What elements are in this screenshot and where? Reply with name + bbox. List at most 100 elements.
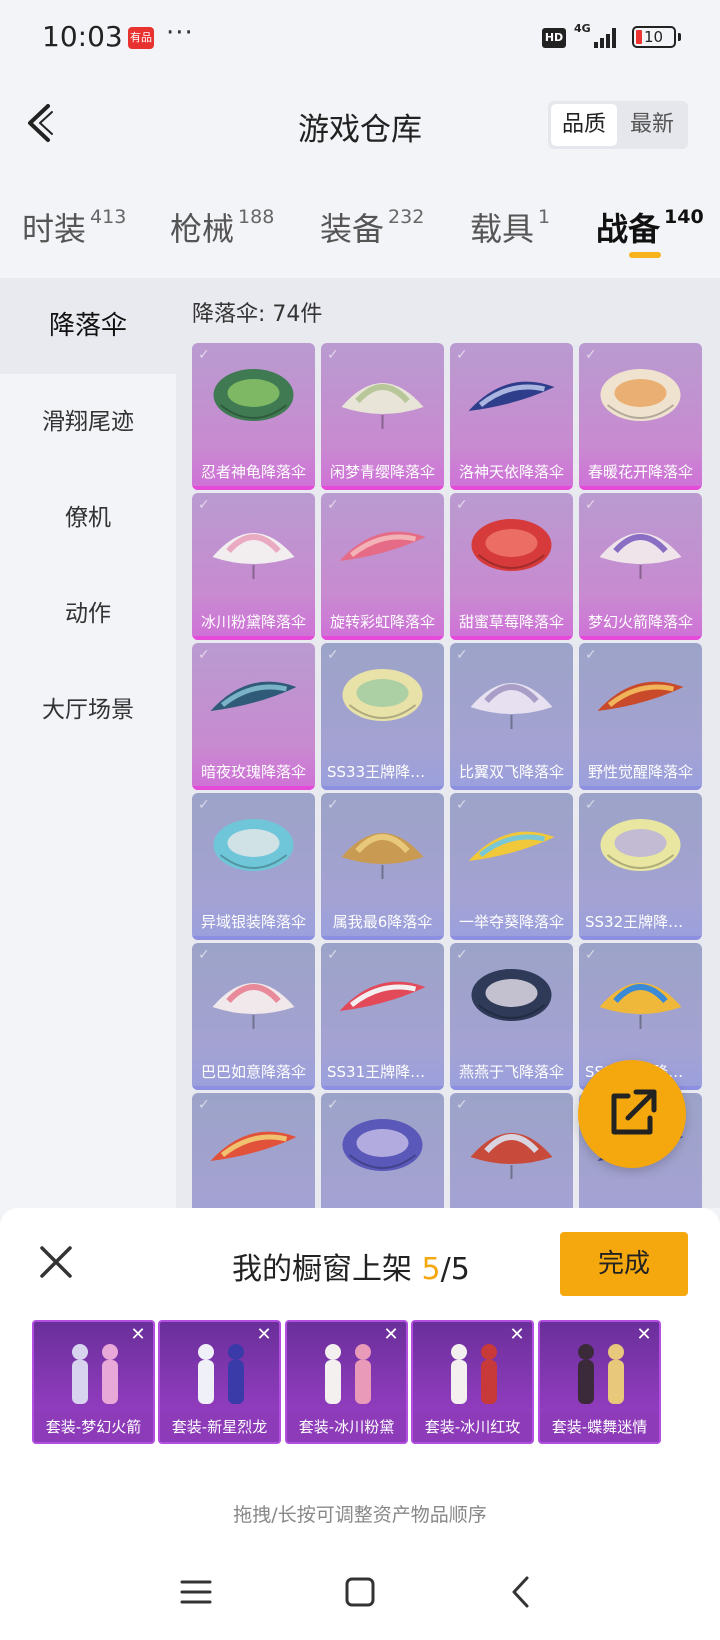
sheet-title: 我的橱窗上架 5/5 [232, 1244, 470, 1288]
tab-label: 战备 [596, 210, 661, 248]
active-tab-indicator [629, 252, 661, 258]
parachute-item[interactable]: ✓ SS33王牌降落伞 [321, 643, 444, 790]
check-icon: ✓ [456, 347, 468, 363]
tab-count: 188 [238, 206, 275, 228]
parachute-image [341, 833, 424, 879]
category-tabs: 时装 413 枪械 188 装备 232 载具 1 战备 140 [0, 190, 720, 266]
check-icon: ✓ [327, 497, 339, 513]
external-share-icon [611, 1089, 657, 1135]
parachute-item[interactable]: ✓ 燕燕于飞降落伞 [450, 943, 573, 1090]
battery-icon: 10 [632, 26, 676, 48]
rarity-strip [192, 486, 315, 490]
parachute-item[interactable]: ✓ 比翼双飞降落伞 [450, 643, 573, 790]
sidebar-item-parachute[interactable]: 降落伞 [0, 278, 176, 374]
tab-fashion[interactable]: 时装 413 [22, 204, 126, 254]
rarity-strip [321, 486, 444, 490]
done-button[interactable]: 完成 [560, 1232, 688, 1296]
parachute-item[interactable]: ✓ 巴巴如意降落伞 [192, 943, 315, 1090]
showcase-item[interactable]: ✕ 套装-新星烈龙 [158, 1320, 281, 1444]
close-x-icon[interactable] [36, 1242, 76, 1282]
check-icon: ✓ [327, 347, 339, 363]
item-name: 闲梦青缨降落伞 [329, 463, 435, 481]
rarity-strip [450, 486, 573, 490]
rarity-strip [192, 1086, 315, 1090]
rarity-strip [450, 636, 573, 640]
tab-battle-gear[interactable]: 战备 140 [596, 204, 704, 254]
parachute-item[interactable]: ✓ 旋转彩虹降落伞 [321, 493, 444, 640]
tab-weapons[interactable]: 枪械 188 [170, 204, 274, 254]
showcase-item[interactable]: ✕ 套装-冰川红玫 [411, 1320, 534, 1444]
rarity-strip [321, 936, 444, 940]
tab-count: 232 [388, 206, 425, 228]
sidebar-item-emote[interactable]: 动作 [0, 566, 176, 662]
check-icon: ✓ [198, 647, 210, 663]
sort-newest-option[interactable]: 最新 [619, 104, 685, 146]
share-button[interactable] [578, 1060, 686, 1168]
tab-vehicles[interactable]: 载具 1 [470, 204, 550, 254]
item-count-label: 降落伞: 74件 [192, 302, 323, 327]
parachute-item[interactable]: ✓ 春暖花开降落伞 [579, 343, 702, 490]
tab-equipment[interactable]: 装备 232 [320, 204, 424, 254]
rarity-strip [192, 786, 315, 790]
item-name: 一举夺葵降落伞 [458, 913, 564, 931]
parachute-item[interactable]: ✓ 甜蜜草莓降落伞 [450, 493, 573, 640]
parachute-image [341, 383, 424, 429]
rarity-strip [321, 786, 444, 790]
outfit-image [578, 1344, 624, 1404]
back-chevron-icon[interactable] [500, 1570, 544, 1614]
outfit-image [198, 1344, 244, 1404]
parachute-image [339, 531, 426, 561]
parachute-item[interactable]: ✓ SS31王牌降落伞 [321, 943, 444, 1090]
item-name: 暗夜玫瑰降落伞 [200, 763, 306, 781]
rarity-strip [579, 936, 702, 940]
parachute-item[interactable]: ✓ 一举夺葵降落伞 [450, 793, 573, 940]
network-type: 4G [574, 22, 591, 35]
parachute-item[interactable]: ✓ 异域银装降落伞 [192, 793, 315, 940]
parachute-item[interactable]: ✓ 洛神天依降落伞 [450, 343, 573, 490]
item-name: 春暖花开降落伞 [587, 463, 693, 481]
parachute-item[interactable]: ✓ 闲梦青缨降落伞 [321, 343, 444, 490]
parachute-image [471, 969, 552, 1021]
sidebar-item-wingman[interactable]: 僚机 [0, 470, 176, 566]
rarity-strip [192, 936, 315, 940]
parachute-item[interactable]: ✓ 暗夜玫瑰降落伞 [192, 643, 315, 790]
showcase-item[interactable]: ✕ 套装-梦幻火箭 [32, 1320, 155, 1444]
showcase-item[interactable]: ✕ 套装-冰川粉黛 [285, 1320, 408, 1444]
item-name: 比翼双飞降落伞 [458, 763, 564, 781]
sidebar-item-lobby-scene[interactable]: 大厅场景 [0, 662, 176, 758]
item-name: 洛神天依降落伞 [458, 463, 564, 481]
showcase-item-label: 套装-冰川粉黛 [287, 1412, 406, 1442]
parachute-item[interactable]: ✓ [192, 1093, 315, 1208]
battery-level: 10 [644, 28, 664, 46]
menu-lines-icon[interactable] [174, 1570, 218, 1614]
check-icon: ✓ [585, 797, 597, 813]
parachute-image [597, 681, 684, 711]
parachute-item[interactable]: ✓ 忍者神龟降落伞 [192, 343, 315, 490]
check-icon: ✓ [585, 347, 597, 363]
item-name: 梦幻火箭降落伞 [587, 613, 693, 631]
sort-quality-option[interactable]: 品质 [551, 104, 617, 146]
parachute-image [210, 681, 297, 711]
parachute-item[interactable]: ✓ 冰川粉黛降落伞 [192, 493, 315, 640]
parachute-item[interactable]: ✓ [321, 1093, 444, 1208]
parachute-image [339, 981, 426, 1011]
home-square-icon[interactable] [338, 1570, 382, 1614]
item-name: SS32王牌降落伞 [585, 913, 699, 931]
check-icon: ✓ [327, 1097, 339, 1113]
check-icon: ✓ [456, 797, 468, 813]
parachute-item[interactable]: ✓ 野性觉醒降落伞 [579, 643, 702, 790]
sidebar-item-glide-trail[interactable]: 滑翔尾迹 [0, 374, 176, 470]
showcase-item-label: 套装-冰川红玫 [413, 1412, 532, 1442]
tab-count: 413 [90, 206, 127, 228]
tab-label: 装备 [320, 210, 385, 248]
parachute-item[interactable]: ✓ 梦幻火箭降落伞 [579, 493, 702, 640]
parachute-item[interactable]: ✓ [450, 1093, 573, 1208]
check-icon: ✓ [456, 497, 468, 513]
parachute-item[interactable]: ✓ SS32王牌降落伞 [579, 793, 702, 940]
showcase-item-label: 套装-蝶舞迷情 [540, 1412, 659, 1442]
parachute-image [212, 533, 295, 579]
parachute-item[interactable]: ✓ 属我最6降落伞 [321, 793, 444, 940]
tab-label: 载具 [470, 210, 535, 248]
check-icon: ✓ [585, 497, 597, 513]
showcase-item[interactable]: ✕ 套装-蝶舞迷情 [538, 1320, 661, 1444]
